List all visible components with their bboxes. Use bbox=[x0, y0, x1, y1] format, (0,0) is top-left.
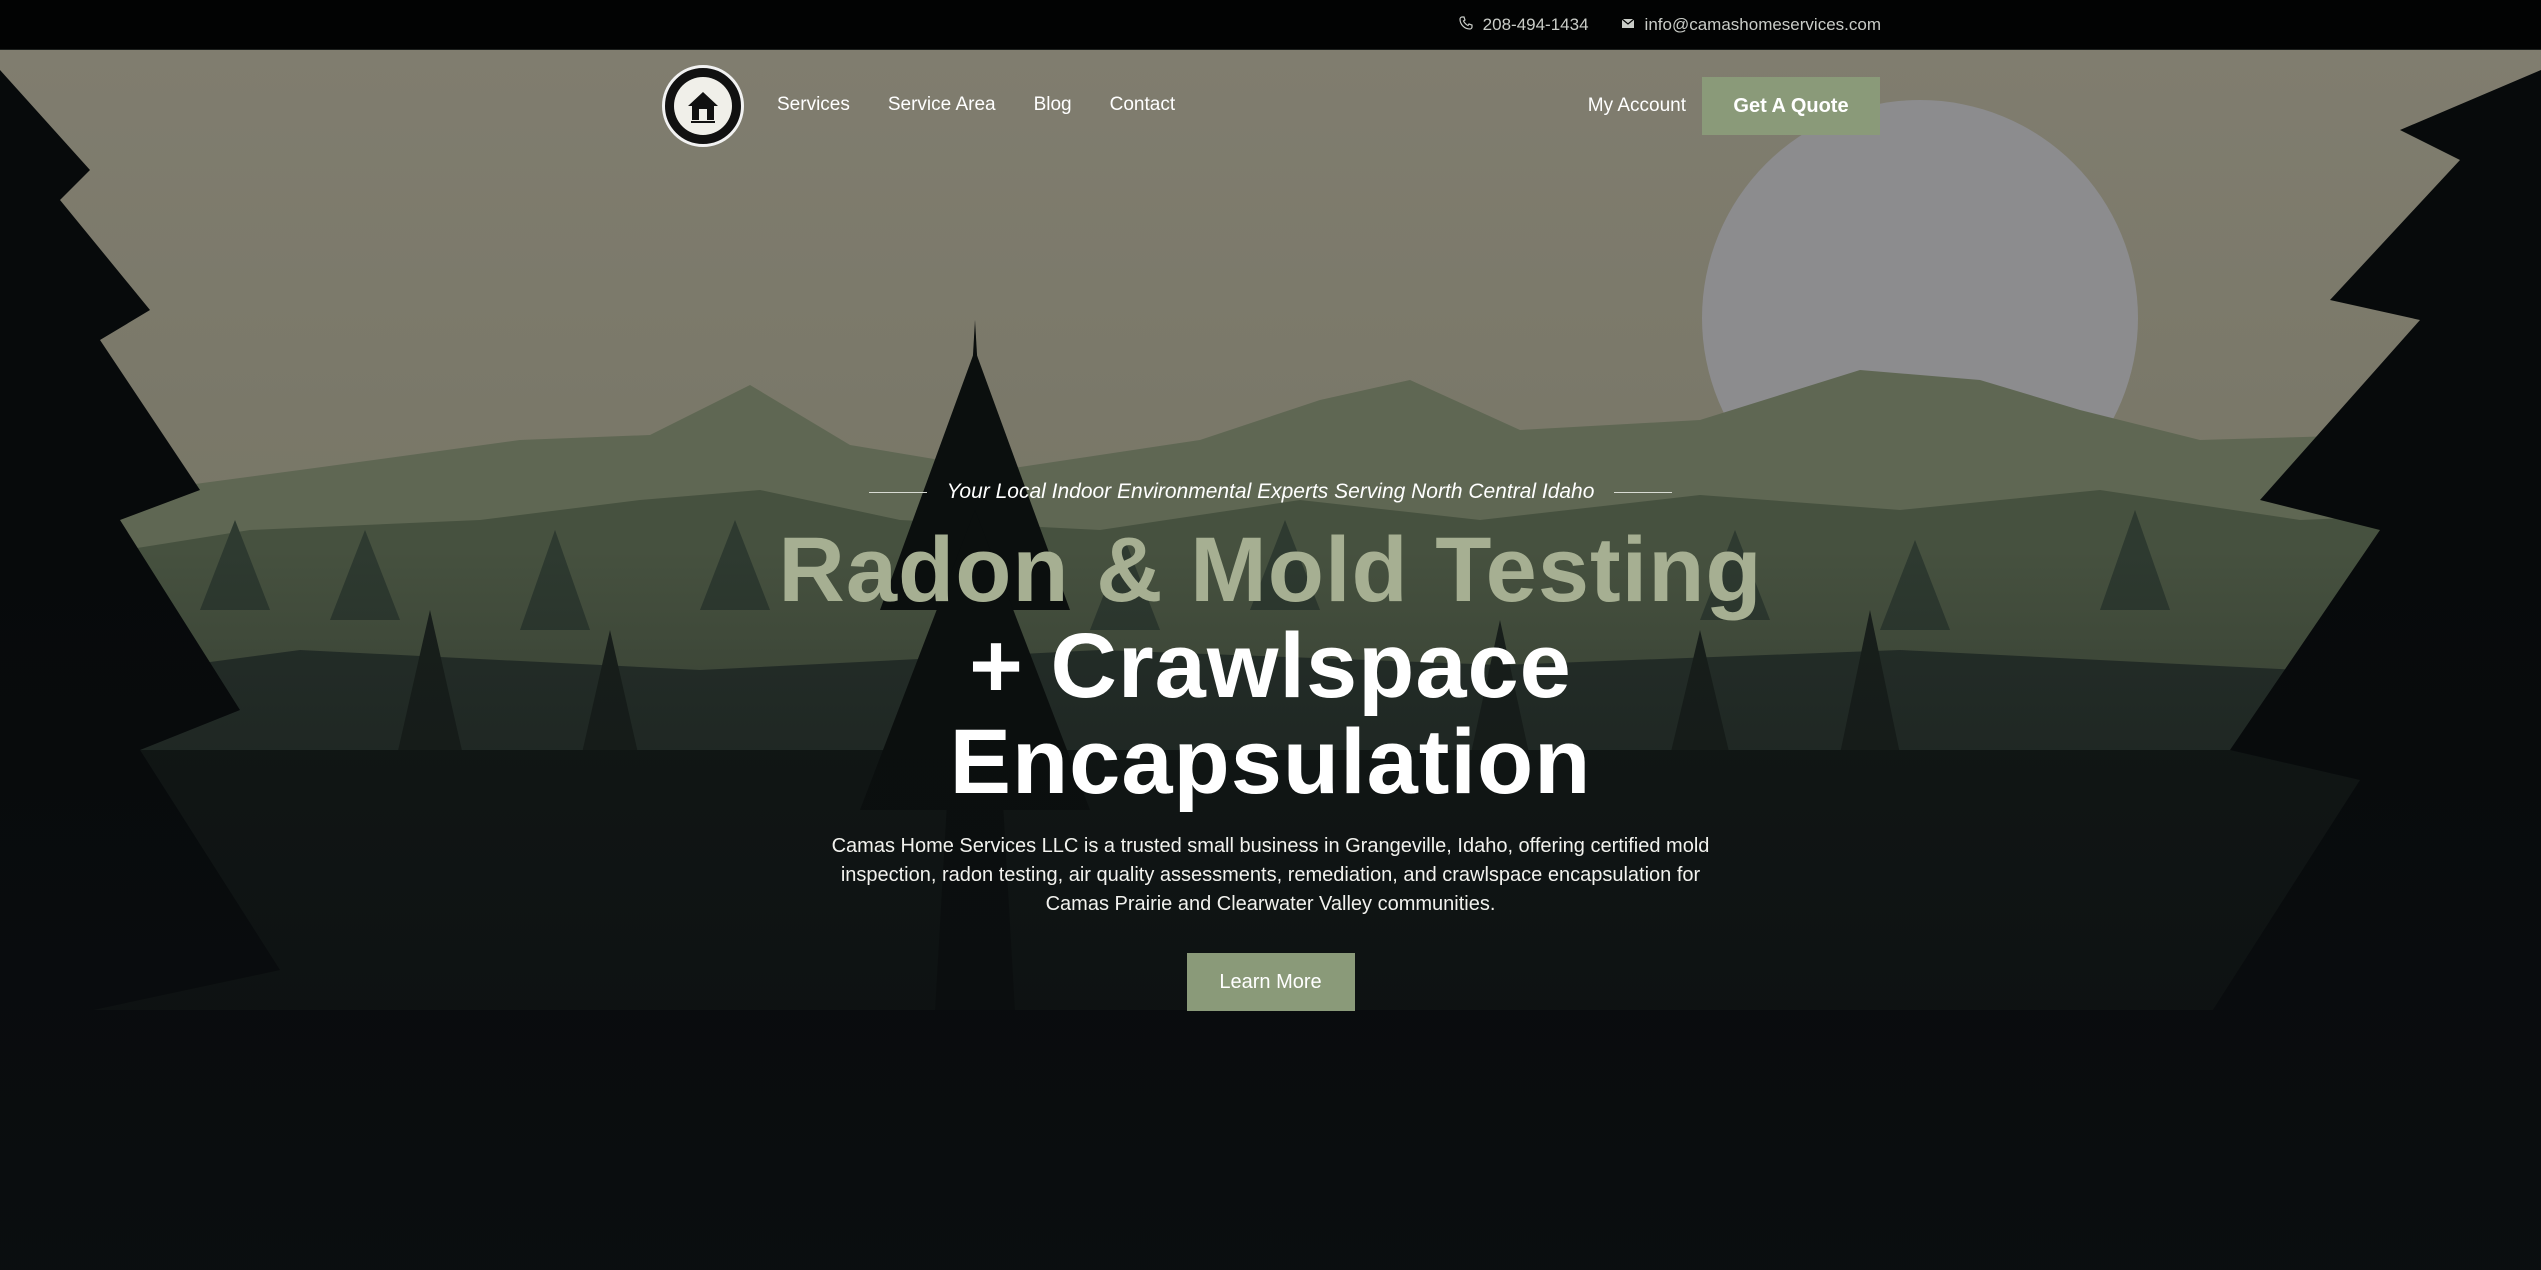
nav-actions: My Account Get A Quote bbox=[1588, 77, 1880, 135]
email-contact[interactable]: info@camashomeservices.com bbox=[1621, 15, 1881, 35]
main-navigation: Services Service Area Blog Contact My Ac… bbox=[0, 50, 2541, 160]
learn-more-button[interactable]: Learn More bbox=[1186, 953, 1355, 1011]
hero-description: Camas Home Services LLC is a trusted sma… bbox=[831, 835, 1710, 915]
get-a-quote-button[interactable]: Get A Quote bbox=[1702, 77, 1880, 135]
contact-info: 208-494-1434 info@camashomeservices.com bbox=[1459, 0, 1881, 50]
tagline-row: Your Local Indoor Environmental Experts … bbox=[0, 480, 2541, 504]
email-address[interactable]: info@camashomeservices.com bbox=[1645, 15, 1881, 35]
hero-title-line-3: Encapsulation bbox=[949, 711, 1592, 813]
hero-tagline: Your Local Indoor Environmental Experts … bbox=[946, 480, 1595, 503]
phone-icon bbox=[1459, 15, 1473, 35]
envelope-icon bbox=[1621, 15, 1635, 35]
hero-title-line-1: Radon & Mold Testing bbox=[778, 519, 1763, 621]
nav-link-service-area[interactable]: Service Area bbox=[888, 94, 996, 116]
my-account-link[interactable]: My Account bbox=[1588, 95, 1686, 117]
tagline-divider-right bbox=[1614, 491, 1673, 493]
company-logo[interactable] bbox=[662, 65, 744, 147]
house-logo-icon bbox=[674, 77, 732, 135]
phone-number[interactable]: 208-494-1434 bbox=[1483, 15, 1589, 35]
top-contact-bar: 208-494-1434 info@camashomeservices.com bbox=[0, 0, 2541, 50]
nav-link-services[interactable]: Services bbox=[777, 94, 850, 116]
hero-title-line-2: + Crawlspace bbox=[969, 615, 1572, 717]
phone-contact[interactable]: 208-494-1434 bbox=[1459, 15, 1589, 35]
hero-content: Your Local Indoor Environmental Experts … bbox=[0, 480, 2541, 1011]
nav-link-contact[interactable]: Contact bbox=[1110, 94, 1175, 116]
nav-link-blog[interactable]: Blog bbox=[1034, 94, 1072, 116]
tagline-divider-left bbox=[868, 491, 927, 493]
nav-links: Services Service Area Blog Contact bbox=[777, 50, 1175, 160]
